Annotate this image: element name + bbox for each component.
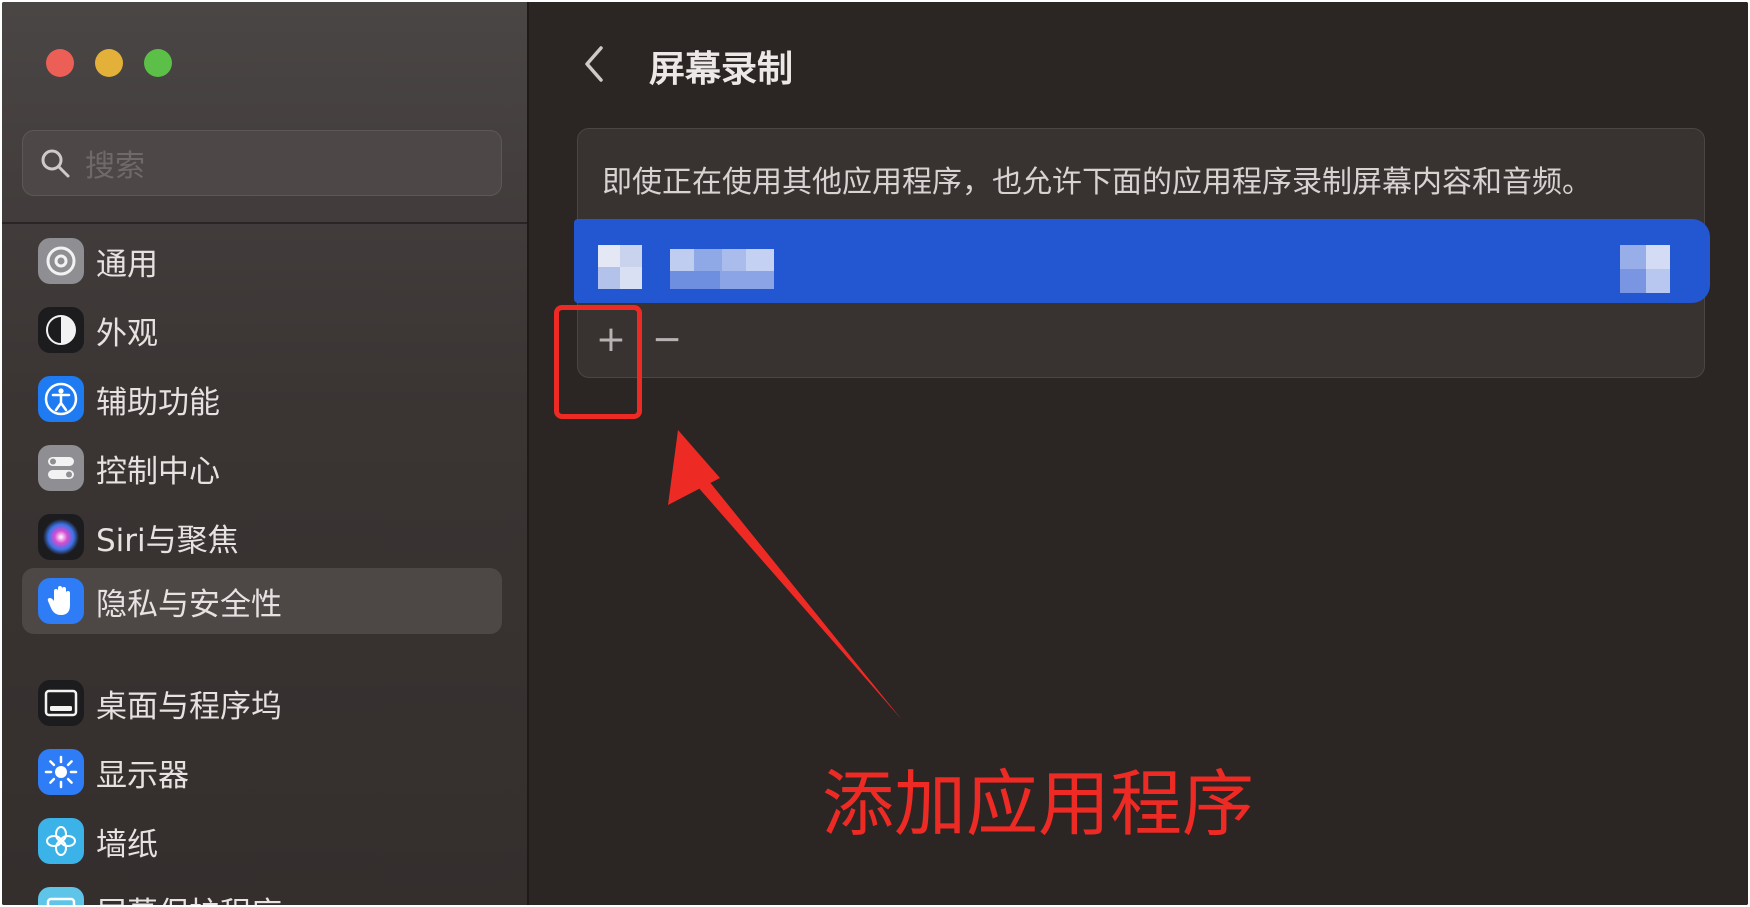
sidebar-item-label: Siri与聚焦	[96, 522, 239, 559]
display-brightness-icon	[38, 749, 84, 795]
sidebar-item-label: 控制中心	[96, 453, 220, 490]
sidebar-item-label: 隐私与安全性	[96, 586, 282, 623]
sidebar-item-siri[interactable]: Siri与聚焦	[22, 504, 502, 570]
redacted-app-name	[720, 271, 774, 289]
sidebar-item-label: 显示器	[96, 757, 189, 794]
remove-app-button[interactable]: −	[644, 315, 690, 365]
redacted-app-icon	[598, 267, 620, 289]
gear-icon	[38, 238, 84, 284]
redacted-app-name	[670, 271, 720, 289]
sidebar-item-screensaver[interactable]: 屏幕保护程序	[22, 877, 502, 905]
sidebar-item-label: 桌面与程序坞	[96, 688, 282, 725]
sidebar-item-label: 外观	[96, 315, 158, 352]
redacted-toggle	[1646, 245, 1670, 269]
redacted-app-name	[670, 249, 694, 271]
search-icon	[41, 149, 70, 178]
list-footer: + −	[578, 305, 1704, 377]
screensaver-icon	[38, 887, 84, 905]
search-placeholder: 搜索	[85, 149, 145, 184]
sidebar-item-wallpaper[interactable]: 墙纸	[22, 808, 502, 874]
control-center-icon	[38, 445, 84, 491]
search-field[interactable]: 搜索	[22, 130, 502, 196]
close-window-button[interactable]	[46, 49, 74, 77]
sidebar-item-desktop-dock[interactable]: 桌面与程序坞	[22, 670, 502, 736]
sidebar-item-label: 通用	[96, 246, 158, 283]
sidebar-item-general[interactable]: 通用	[22, 228, 502, 294]
sidebar-item-label: 墙纸	[96, 826, 158, 863]
redacted-app-icon	[620, 267, 642, 289]
sidebar-divider	[2, 222, 527, 224]
redacted-app-name	[746, 249, 774, 271]
screen-recording-panel: 即使正在使用其他应用程序，也允许下面的应用程序录制屏幕内容和音频。 + −	[574, 128, 1710, 378]
dock-icon	[38, 680, 84, 726]
redacted-app-name	[694, 249, 722, 271]
app-list-row-selected[interactable]	[574, 219, 1710, 303]
minimize-window-button[interactable]	[95, 49, 123, 77]
redacted-toggle	[1620, 269, 1646, 293]
permission-description: 即使正在使用其他应用程序，也允许下面的应用程序录制屏幕内容和音频。	[602, 165, 1592, 200]
sidebar-item-label: 屏幕保护程序	[96, 888, 282, 906]
hand-icon	[38, 578, 84, 624]
annotation-label: 添加应用程序	[822, 762, 1255, 846]
sidebar-item-accessibility[interactable]: 辅助功能	[22, 366, 502, 432]
page-title: 屏幕录制	[649, 49, 794, 90]
sidebar-item-displays[interactable]: 显示器	[22, 739, 502, 805]
sidebar-item-privacy-security[interactable]: 隐私与安全性	[22, 568, 502, 634]
redacted-app-icon	[598, 245, 620, 267]
redacted-app-icon	[620, 245, 642, 267]
sidebar: 搜索 通用 外观 辅助功能 控制中心 Siri与聚焦 隐私与安全性 桌面与程序坞…	[2, 2, 529, 905]
accessibility-icon	[38, 376, 84, 422]
annotation-highlight-box	[554, 305, 642, 419]
sidebar-item-appearance[interactable]: 外观	[22, 297, 502, 363]
sidebar-item-control-center[interactable]: 控制中心	[22, 435, 502, 501]
sidebar-item-label: 辅助功能	[96, 384, 220, 421]
redacted-app-name	[722, 249, 746, 271]
siri-icon	[38, 514, 84, 560]
wallpaper-icon	[38, 818, 84, 864]
back-chevron-icon[interactable]	[579, 44, 609, 84]
redacted-toggle	[1646, 269, 1670, 293]
appearance-icon	[38, 307, 84, 353]
redacted-toggle	[1620, 245, 1646, 269]
zoom-window-button[interactable]	[144, 49, 172, 77]
